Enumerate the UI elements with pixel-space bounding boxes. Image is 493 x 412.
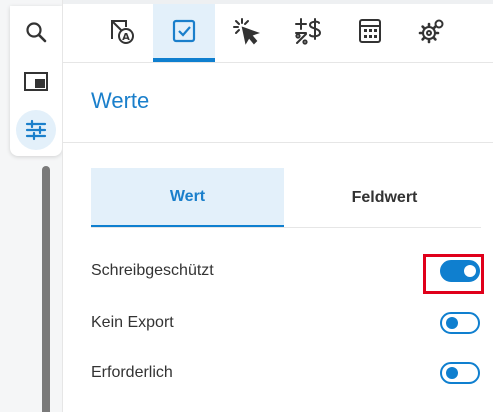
tool-calculate-button[interactable] bbox=[339, 4, 401, 62]
toggle-schreibgeschuetzt[interactable] bbox=[440, 260, 480, 282]
row-label: Kein Export bbox=[91, 314, 174, 331]
tab-feldwert[interactable]: Feldwert bbox=[288, 168, 481, 228]
tab-underline bbox=[91, 227, 481, 228]
rail-search-button[interactable] bbox=[16, 12, 56, 52]
search-icon bbox=[24, 20, 48, 44]
rail-window-button[interactable] bbox=[16, 62, 56, 102]
toggle-kein-export[interactable] bbox=[440, 312, 480, 334]
row-label: Schreibgeschützt bbox=[91, 262, 214, 279]
tool-action-button[interactable] bbox=[215, 4, 277, 62]
window-icon bbox=[23, 70, 49, 94]
tab-bar: Wert Feldwert bbox=[91, 168, 481, 228]
tab-wert[interactable]: Wert bbox=[91, 168, 284, 228]
row-label: Erforderlich bbox=[91, 364, 173, 381]
row-schreibgeschuetzt: Schreibgeschützt bbox=[91, 256, 491, 286]
tool-settings-button[interactable] bbox=[401, 4, 463, 62]
left-rail bbox=[10, 6, 62, 156]
toggle-knob bbox=[446, 317, 458, 329]
properties-panel: A Werte Wert Feldwert Schreibgeschützt K… bbox=[62, 0, 493, 412]
toolbar-divider bbox=[63, 62, 493, 63]
format-icon: A bbox=[108, 17, 136, 50]
title-divider bbox=[63, 142, 493, 143]
toggle-knob bbox=[464, 265, 476, 277]
tool-checkbox-button[interactable] bbox=[153, 4, 215, 62]
sliders-icon bbox=[24, 118, 48, 142]
row-kein-export: Kein Export bbox=[91, 308, 491, 338]
checkbox-icon bbox=[171, 18, 197, 49]
plus-minus-percent-icon bbox=[293, 16, 323, 51]
tool-calc-format-button[interactable] bbox=[277, 4, 339, 62]
cursor-click-icon bbox=[232, 17, 261, 50]
row-erforderlich: Erforderlich bbox=[91, 358, 491, 388]
settings-icon bbox=[418, 17, 446, 50]
svg-text:A: A bbox=[122, 32, 130, 43]
page-title: Werte bbox=[91, 88, 150, 113]
rail-properties-button[interactable] bbox=[16, 110, 56, 150]
calculator-icon bbox=[357, 18, 383, 49]
toggle-erforderlich[interactable] bbox=[440, 362, 480, 384]
toggle-knob bbox=[446, 367, 458, 379]
app-root: A Werte Wert Feldwert Schreibgeschützt K… bbox=[0, 0, 493, 412]
panel-toolbar: A bbox=[63, 4, 493, 62]
scrollbar[interactable] bbox=[42, 166, 50, 412]
tool-format-button[interactable]: A bbox=[91, 4, 153, 62]
